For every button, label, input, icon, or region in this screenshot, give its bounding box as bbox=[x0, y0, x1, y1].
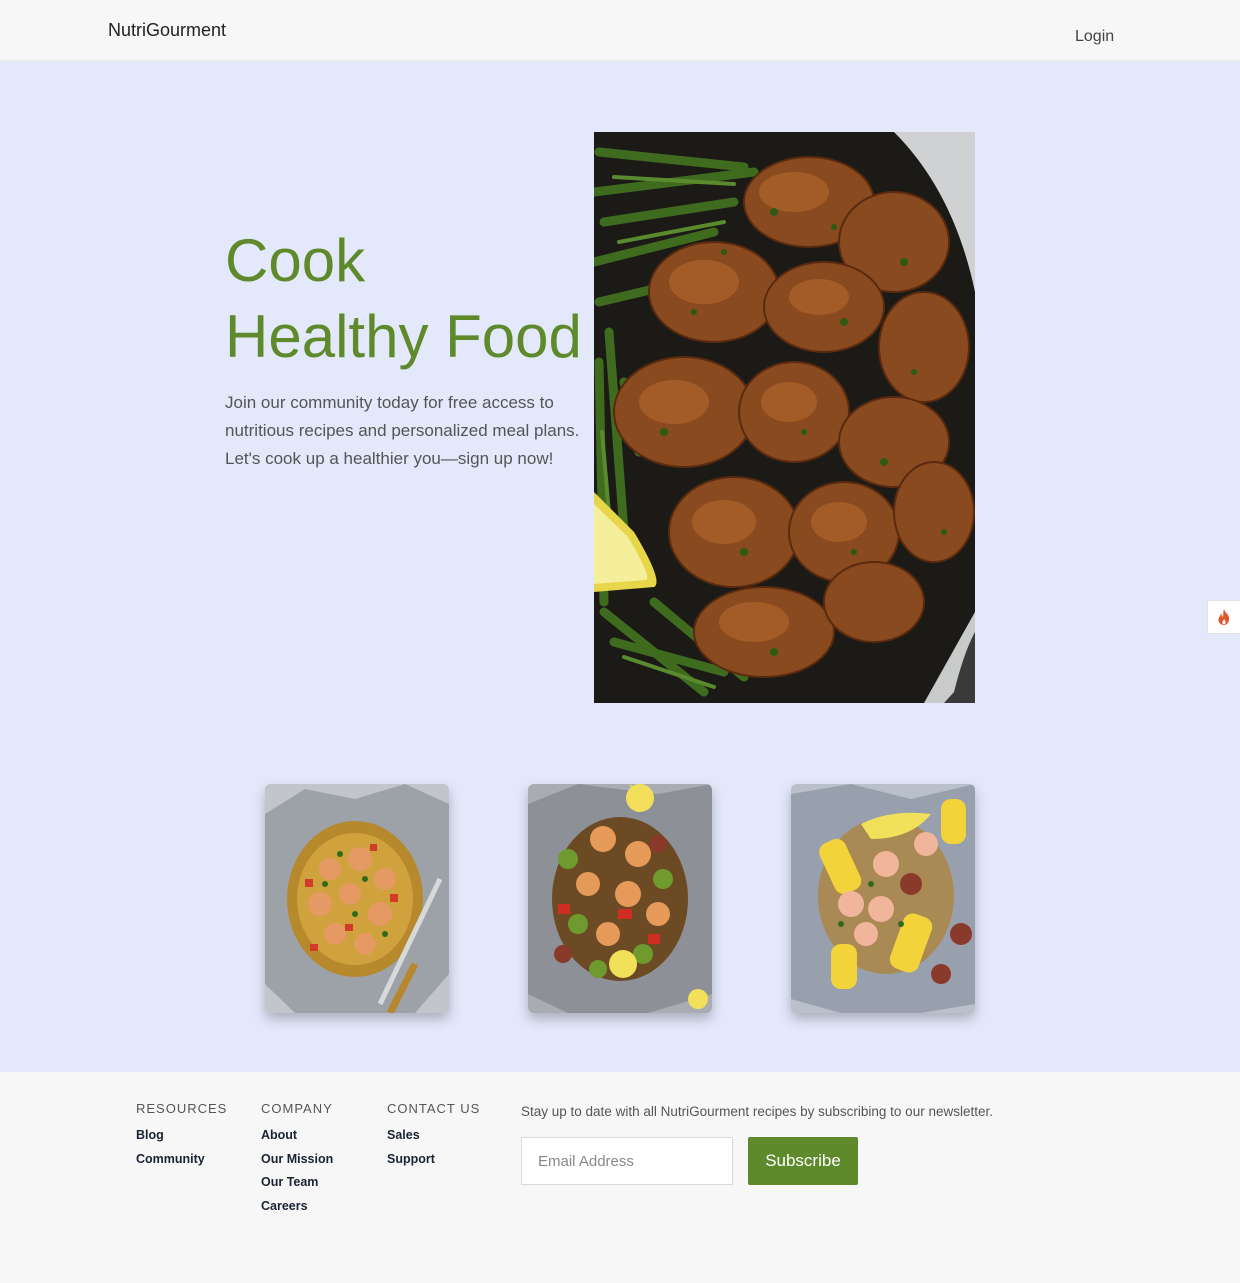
navbar: NutriGourment Login bbox=[0, 0, 1240, 61]
footer-link-support[interactable]: Support bbox=[387, 1152, 480, 1167]
brand-logo[interactable]: NutriGourment bbox=[108, 20, 226, 41]
hero-title-line1: Cook bbox=[225, 227, 366, 294]
side-badge[interactable] bbox=[1207, 600, 1240, 634]
hero-section: Cook Healthy Food Join our community tod… bbox=[0, 61, 1240, 1072]
newsletter-text: Stay up to date with all NutriGourment r… bbox=[521, 1104, 993, 1119]
flame-icon bbox=[1218, 609, 1230, 625]
footer-link-blog[interactable]: Blog bbox=[136, 1128, 227, 1143]
subscribe-button[interactable]: Subscribe bbox=[748, 1137, 858, 1185]
hero-food-image bbox=[594, 132, 975, 703]
hero-title-line2: Healthy Food bbox=[225, 303, 582, 370]
footer-link-about[interactable]: About bbox=[261, 1128, 333, 1143]
chicken-skillet-illustration bbox=[594, 132, 975, 703]
shrimp-corn-foil-illustration bbox=[791, 784, 975, 1013]
footer-resources: RESOURCES Blog Community bbox=[136, 1101, 227, 1175]
footer-company: COMPANY About Our Mission Our Team Caree… bbox=[261, 1101, 333, 1222]
footer-contact: CONTACT US Sales Support bbox=[387, 1101, 480, 1175]
recipe-card-2[interactable] bbox=[528, 784, 712, 1013]
footer-resources-title: RESOURCES bbox=[136, 1101, 228, 1116]
email-input[interactable] bbox=[521, 1137, 733, 1185]
footer-link-our-mission[interactable]: Our Mission bbox=[261, 1152, 333, 1167]
recipe-card-3[interactable] bbox=[791, 784, 975, 1013]
footer-company-title: COMPANY bbox=[261, 1101, 333, 1116]
recipe-card-1[interactable] bbox=[265, 784, 449, 1013]
footer: RESOURCES Blog Community COMPANY About O… bbox=[0, 1072, 1240, 1283]
footer-link-community[interactable]: Community bbox=[136, 1152, 227, 1167]
shrimp-foil-fork-illustration bbox=[265, 784, 449, 1013]
footer-link-sales[interactable]: Sales bbox=[387, 1128, 480, 1143]
hero-title: Cook Healthy Food bbox=[225, 223, 582, 375]
login-link[interactable]: Login bbox=[1075, 28, 1114, 46]
footer-link-our-team[interactable]: Our Team bbox=[261, 1175, 333, 1190]
footer-link-careers[interactable]: Careers bbox=[261, 1199, 333, 1214]
hero-description: Join our community today for free access… bbox=[225, 393, 580, 468]
shrimp-sausage-zucchini-illustration bbox=[528, 784, 712, 1013]
footer-contact-title: CONTACT US bbox=[387, 1101, 481, 1116]
